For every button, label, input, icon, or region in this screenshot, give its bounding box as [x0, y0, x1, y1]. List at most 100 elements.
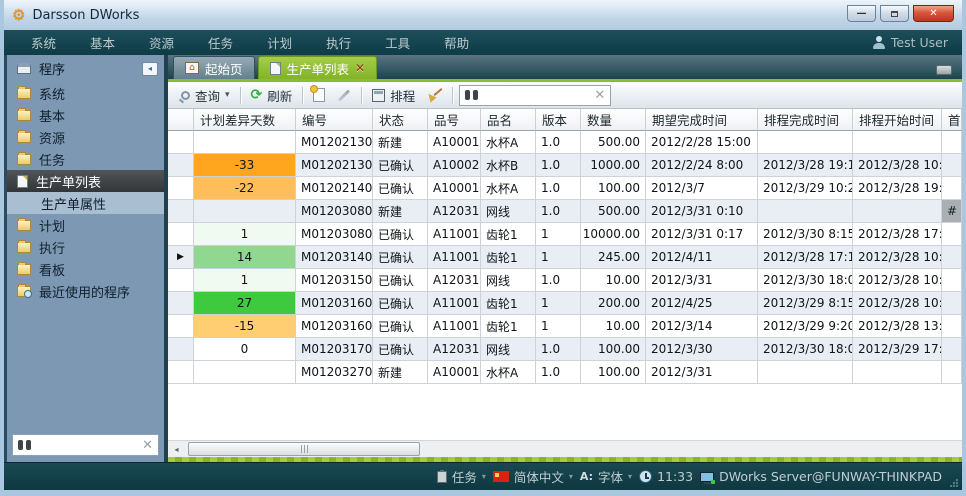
cell-name[interactable]: 网线 — [481, 269, 536, 292]
font-menu[interactable]: A: 字体 ▾ — [580, 467, 632, 486]
cell-sched_start[interactable]: 2012/3/28 13:40 — [853, 315, 942, 338]
tab-close-icon[interactable]: ✕ — [355, 62, 365, 74]
menu-item[interactable]: 计划 — [254, 31, 305, 54]
column-header[interactable]: 排程完成时间 — [758, 109, 853, 131]
table-row[interactable]: 1M012030802已确认A11001齿轮1110000.002012/3/3… — [168, 223, 962, 246]
cell-item[interactable]: A10002 — [428, 154, 481, 177]
task-menu[interactable]: 任务 ▾ — [437, 467, 486, 486]
cell-status[interactable]: 已确认 — [373, 154, 428, 177]
cell-name[interactable]: 齿轮1 — [481, 246, 536, 269]
table-row[interactable]: 1M012031501已确认A12031网线1.010.002012/3/312… — [168, 269, 962, 292]
toolbar-search-input[interactable] — [483, 88, 589, 102]
cell-ver[interactable]: 1 — [536, 315, 581, 338]
cell-extra[interactable] — [942, 223, 962, 246]
close-button[interactable]: ✕ — [913, 5, 954, 22]
cell-extra[interactable] — [942, 131, 962, 154]
cell-name[interactable]: 水杯A — [481, 131, 536, 154]
cell-no[interactable]: M012021401 — [296, 177, 373, 200]
table-row[interactable]: ▶14M012031402已确认A11001齿轮11245.002012/4/1… — [168, 246, 962, 269]
row-selector-cell[interactable] — [168, 315, 194, 338]
cell-name[interactable]: 齿轮1 — [481, 223, 536, 246]
toolbar-search-clear-icon[interactable]: ✕ — [594, 89, 605, 102]
cell-item[interactable]: A12031 — [428, 269, 481, 292]
cell-sched_end[interactable]: 2012/3/28 17:13 — [758, 246, 853, 269]
scrollbar-thumb[interactable] — [188, 442, 420, 456]
cell-due[interactable]: 2012/2/24 8:00 — [646, 154, 758, 177]
cell-ver[interactable]: 1.0 — [536, 269, 581, 292]
cell-diff[interactable]: -15 — [194, 315, 296, 338]
cell-item[interactable]: A11001 — [428, 315, 481, 338]
horizontal-scrollbar[interactable]: ◂ — [168, 440, 962, 457]
row-selector-cell[interactable] — [168, 154, 194, 177]
cell-diff[interactable] — [194, 131, 296, 154]
cell-qty[interactable]: 245.00 — [581, 246, 646, 269]
sidebar-search-input[interactable] — [36, 438, 137, 452]
cell-due[interactable]: 2012/3/31 — [646, 361, 758, 384]
minimize-button[interactable]: — — [847, 5, 876, 22]
cell-item[interactable]: A10001 — [428, 131, 481, 154]
cell-due[interactable]: 2012/3/30 — [646, 338, 758, 361]
refresh-button[interactable]: ⟳ 刷新 — [245, 84, 299, 107]
cell-qty[interactable]: 10.00 — [581, 269, 646, 292]
column-header[interactable]: 数量 — [581, 109, 646, 131]
cell-qty[interactable]: 100.00 — [581, 338, 646, 361]
table-row[interactable]: 0M012031701已确认A12031网线1.0100.002012/3/30… — [168, 338, 962, 361]
cell-no[interactable]: M012032701 — [296, 361, 373, 384]
cell-diff[interactable]: 14 — [194, 246, 296, 269]
sidebar-collapse-button[interactable]: ◂ — [142, 62, 158, 76]
cell-no[interactable]: M012021301 — [296, 131, 373, 154]
cell-sched_start[interactable] — [853, 361, 942, 384]
cell-sched_start[interactable]: 2012/3/28 19:10 — [853, 177, 942, 200]
cell-ver[interactable]: 1 — [536, 246, 581, 269]
row-selector-cell[interactable] — [168, 177, 194, 200]
cell-qty[interactable]: 500.00 — [581, 131, 646, 154]
cell-status[interactable]: 已确认 — [373, 269, 428, 292]
cell-status[interactable]: 新建 — [373, 131, 428, 154]
cell-ver[interactable]: 1 — [536, 292, 581, 315]
cell-sched_start[interactable]: 2012/3/28 10:52 — [853, 246, 942, 269]
cell-item[interactable]: A10001 — [428, 177, 481, 200]
column-header[interactable]: 品号 — [428, 109, 481, 131]
cell-status[interactable]: 新建 — [373, 200, 428, 223]
cell-ver[interactable]: 1.0 — [536, 200, 581, 223]
cell-sched_start[interactable]: 2012/3/28 10:52 — [853, 292, 942, 315]
cell-qty[interactable]: 100.00 — [581, 361, 646, 384]
sidebar-item[interactable]: 执行 — [7, 236, 164, 258]
sidebar-item[interactable]: 最近使用的程序 — [7, 280, 164, 302]
schedule-button[interactable]: 排程 — [366, 84, 421, 107]
cell-extra[interactable]: # — [942, 200, 962, 223]
row-selector-cell[interactable] — [168, 269, 194, 292]
column-header[interactable]: 排程开始时间 — [853, 109, 942, 131]
table-row[interactable]: M012021301新建A10001水杯A1.0500.002012/2/28 … — [168, 131, 962, 154]
cell-sched_start[interactable]: 2012/3/28 10:52 — [853, 154, 942, 177]
menu-item[interactable]: 基本 — [77, 31, 128, 54]
cell-sched_start[interactable] — [853, 131, 942, 154]
cell-name[interactable]: 水杯A — [481, 177, 536, 200]
cell-diff[interactable]: 27 — [194, 292, 296, 315]
menu-item[interactable]: 帮助 — [431, 31, 482, 54]
cell-status[interactable]: 已确认 — [373, 338, 428, 361]
cell-no[interactable]: M012031601 — [296, 292, 373, 315]
cell-sched_end[interactable]: 2012/3/30 18:00 — [758, 338, 853, 361]
cell-sched_start[interactable] — [853, 200, 942, 223]
cell-ver[interactable]: 1.0 — [536, 131, 581, 154]
sidebar-item[interactable]: 生产单列表 — [7, 170, 164, 192]
row-selector-cell[interactable] — [168, 131, 194, 154]
cell-qty[interactable]: 10000.00 — [581, 223, 646, 246]
menu-item[interactable]: 任务 — [195, 31, 246, 54]
cell-sched_end[interactable]: 2012/3/30 8:15 — [758, 223, 853, 246]
cell-extra[interactable] — [942, 361, 962, 384]
cell-extra[interactable] — [942, 292, 962, 315]
cell-sched_start[interactable]: 2012/3/28 10:52 — [853, 269, 942, 292]
menu-item[interactable]: 系统 — [18, 31, 69, 54]
cell-sched_end[interactable]: 2012/3/28 19:10 — [758, 154, 853, 177]
tab-production-order-list[interactable]: 生产单列表✕ — [258, 56, 378, 79]
cell-sched_end[interactable]: 2012/3/29 10:20 — [758, 177, 853, 200]
cell-qty[interactable]: 1000.00 — [581, 154, 646, 177]
cell-diff[interactable] — [194, 361, 296, 384]
menu-item[interactable]: 执行 — [313, 31, 364, 54]
sidebar-item[interactable]: 系统 — [7, 82, 164, 104]
sidebar-item[interactable]: 计划 — [7, 214, 164, 236]
row-selector-cell[interactable] — [168, 361, 194, 384]
cell-ver[interactable]: 1.0 — [536, 154, 581, 177]
